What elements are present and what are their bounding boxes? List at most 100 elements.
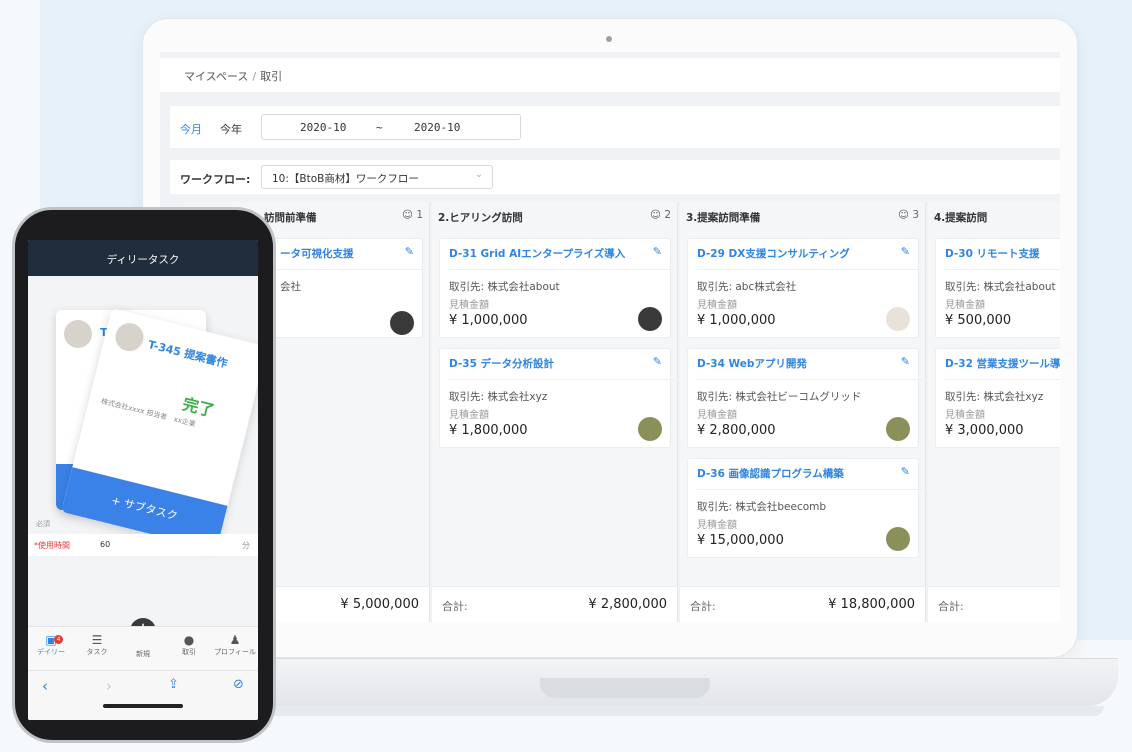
- deal-card[interactable]: D-35 データ分析設計 ✎ 取引先: 株式会社xyz 見積金額 ¥ 1,800…: [439, 348, 679, 448]
- column-total: 合計:: [928, 586, 1060, 622]
- phone-header: ディリータスク: [28, 240, 258, 276]
- amount-label: 見積金額: [449, 410, 489, 421]
- card-divider: [449, 379, 679, 380]
- edit-icon[interactable]: ✎: [405, 245, 414, 258]
- deal-card[interactable]: D-36 画像認識プログラム構築 ✎ 取引先: 株式会社beecomb 見積金額…: [687, 458, 927, 558]
- tab-daily[interactable]: ▣ 4 デイリー: [28, 633, 74, 657]
- usage-time-row[interactable]: *使用時間 60 分: [28, 534, 258, 556]
- amount-label: 見積金額: [697, 300, 737, 311]
- tab-task[interactable]: ☰ タスク: [74, 633, 120, 657]
- deal-card[interactable]: D-29 DX支援コンサルティング ✎ 取引先: abc株式会社 見積金額 ¥ …: [687, 238, 927, 338]
- deal-title[interactable]: D-29 DX支援コンサルティング: [697, 246, 850, 261]
- tab-deals[interactable]: ● 取引: [166, 633, 212, 657]
- deal-title[interactable]: D-35 データ分析設計: [449, 356, 554, 371]
- deal-client: 取引先: 株式会社ビーコムグリッド: [697, 391, 862, 403]
- amount-label: 見積金額: [945, 300, 985, 311]
- tab-new[interactable]: 新規: [120, 649, 166, 659]
- period-filter: 今月 今年 2020-10 ~ 2020-10: [170, 106, 1060, 148]
- calendar-icon: ▣: [45, 633, 57, 647]
- card-divider: [945, 269, 1060, 270]
- avatar: [886, 527, 910, 551]
- column-title: 3.提案訪問準備: [686, 212, 761, 224]
- deal-client: 取引先: 株式会社xyz: [449, 391, 548, 403]
- deal-amount: ¥ 500,000: [945, 313, 1012, 328]
- tab-this-year[interactable]: 今年: [220, 121, 242, 137]
- deal-title[interactable]: D-34 Webアプリ開発: [697, 356, 807, 371]
- avatar: [638, 417, 662, 441]
- browser-toolbar: ‹ › ⇪ ⊘: [28, 670, 258, 720]
- edit-icon[interactable]: ✎: [901, 465, 910, 478]
- edit-icon[interactable]: ✎: [901, 245, 910, 258]
- deal-title[interactable]: D-32 営業支援ツール導: [945, 356, 1060, 371]
- back-icon[interactable]: ‹: [42, 677, 48, 695]
- amount-label: 見積金額: [697, 410, 737, 421]
- phone-screen: ディリータスク T-327 T-345 提案書作 完了 株式会社xxxx 担当者…: [28, 240, 258, 720]
- amount-label: 見積金額: [449, 300, 489, 311]
- date-from: 2020-10: [300, 121, 347, 134]
- laptop-hinge-notch: [540, 678, 710, 698]
- notification-badge: 4: [54, 635, 63, 644]
- deal-card[interactable]: D-31 Grid AIエンタープライズ導入 ✎ 取引先: 株式会社about …: [439, 238, 679, 338]
- deal-card[interactable]: D-32 営業支援ツール導 取引先: 株式会社xyz 見積金額 ¥ 3,000,…: [935, 348, 1060, 448]
- workflow-select[interactable]: 10:【BtoB商材】ワークフロー ⌄: [261, 165, 493, 189]
- avatar: [638, 307, 662, 331]
- phone-tab-bar: ▣ 4 デイリー ☰ タスク 新規 ● 取引 ♟ プロフィール: [28, 626, 258, 670]
- deal-card[interactable]: D-34 Webアプリ開発 ✎ 取引先: 株式会社ビーコムグリッド 見積金額 ¥…: [687, 348, 927, 448]
- pipeline-column: 3.提案訪問準備 ☺ 3 D-29 DX支援コンサルティング ✎ 取引先: ab…: [680, 202, 927, 622]
- share-icon[interactable]: ⇪: [168, 677, 179, 692]
- column-total: 合計: ¥ 2,800,000: [432, 586, 677, 622]
- column-count: ☺ 2: [650, 209, 671, 221]
- date-range-picker[interactable]: 2020-10 ~ 2020-10: [261, 114, 521, 140]
- deal-title[interactable]: D-30 リモート支援: [945, 246, 1040, 261]
- chevron-down-icon: ⌄: [474, 169, 483, 180]
- tab-label: 取引: [182, 648, 196, 656]
- compass-icon[interactable]: ⊘: [233, 677, 244, 692]
- deal-client: 取引先: 株式会社xyz: [945, 391, 1044, 403]
- deal-amount: ¥ 2,800,000: [697, 423, 776, 438]
- breadcrumb-current: 取引: [260, 70, 283, 83]
- card-divider: [697, 379, 927, 380]
- avatar: [886, 307, 910, 331]
- tab-profile[interactable]: ♟ プロフィール: [212, 633, 258, 657]
- avatar: [390, 311, 414, 335]
- breadcrumb-separator: /: [252, 70, 257, 83]
- column-title: 2.ヒアリング訪問: [438, 212, 523, 224]
- usage-time-value: 60: [100, 540, 111, 549]
- user-icon: ♟: [229, 633, 241, 647]
- deal-amount: ¥ 15,000,000: [697, 533, 784, 548]
- avatar: [64, 320, 92, 348]
- deal-title[interactable]: ータ可視化支援: [280, 246, 354, 261]
- column-title: 訪問前準備: [264, 212, 317, 224]
- edit-icon[interactable]: ✎: [901, 355, 910, 368]
- tab-this-month[interactable]: 今月: [180, 121, 202, 137]
- deal-amount: ¥ 1,000,000: [449, 313, 528, 328]
- date-to: 2020-10: [414, 121, 461, 134]
- pipeline-column: 4.提案訪問 D-30 リモート支援 取引先: 株式会社about 見積金額 ¥…: [928, 202, 1060, 622]
- avatar: [886, 417, 910, 441]
- column-count: ☺ 1: [402, 209, 423, 221]
- deal-amount: ¥ 1,800,000: [449, 423, 528, 438]
- amount-label: 見積金額: [697, 520, 737, 531]
- phone-header-title: ディリータスク: [106, 254, 180, 266]
- deal-client: 取引先: 株式会社about: [449, 281, 560, 293]
- column-count-value: 3: [912, 209, 919, 221]
- edit-icon[interactable]: ✎: [653, 245, 662, 258]
- list-icon: ☰: [91, 633, 103, 647]
- column-total: 合計: ¥ 18,800,000: [680, 586, 925, 622]
- column-total-label: 合計:: [690, 600, 716, 613]
- column-count: ☺ 3: [898, 209, 919, 221]
- deal-title[interactable]: D-31 Grid AIエンタープライズ導入: [449, 246, 625, 261]
- breadcrumb-root[interactable]: マイスペース: [184, 70, 248, 83]
- usage-time-label: *使用時間: [34, 541, 70, 550]
- column-count-value: 1: [416, 209, 423, 221]
- deal-title[interactable]: D-36 画像認識プログラム構築: [697, 466, 844, 481]
- breadcrumb: マイスペース / 取引: [160, 58, 1060, 92]
- column-title: 4.提案訪問: [934, 212, 988, 224]
- deal-card[interactable]: D-30 リモート支援 取引先: 株式会社about 見積金額 ¥ 500,00…: [935, 238, 1060, 338]
- column-count-value: 2: [664, 209, 671, 221]
- tab-label: タスク: [86, 648, 108, 656]
- edit-icon[interactable]: ✎: [653, 355, 662, 368]
- deal-client: 会社: [280, 281, 301, 293]
- usage-time-unit: 分: [242, 541, 250, 550]
- amount-label: 見積金額: [945, 410, 985, 421]
